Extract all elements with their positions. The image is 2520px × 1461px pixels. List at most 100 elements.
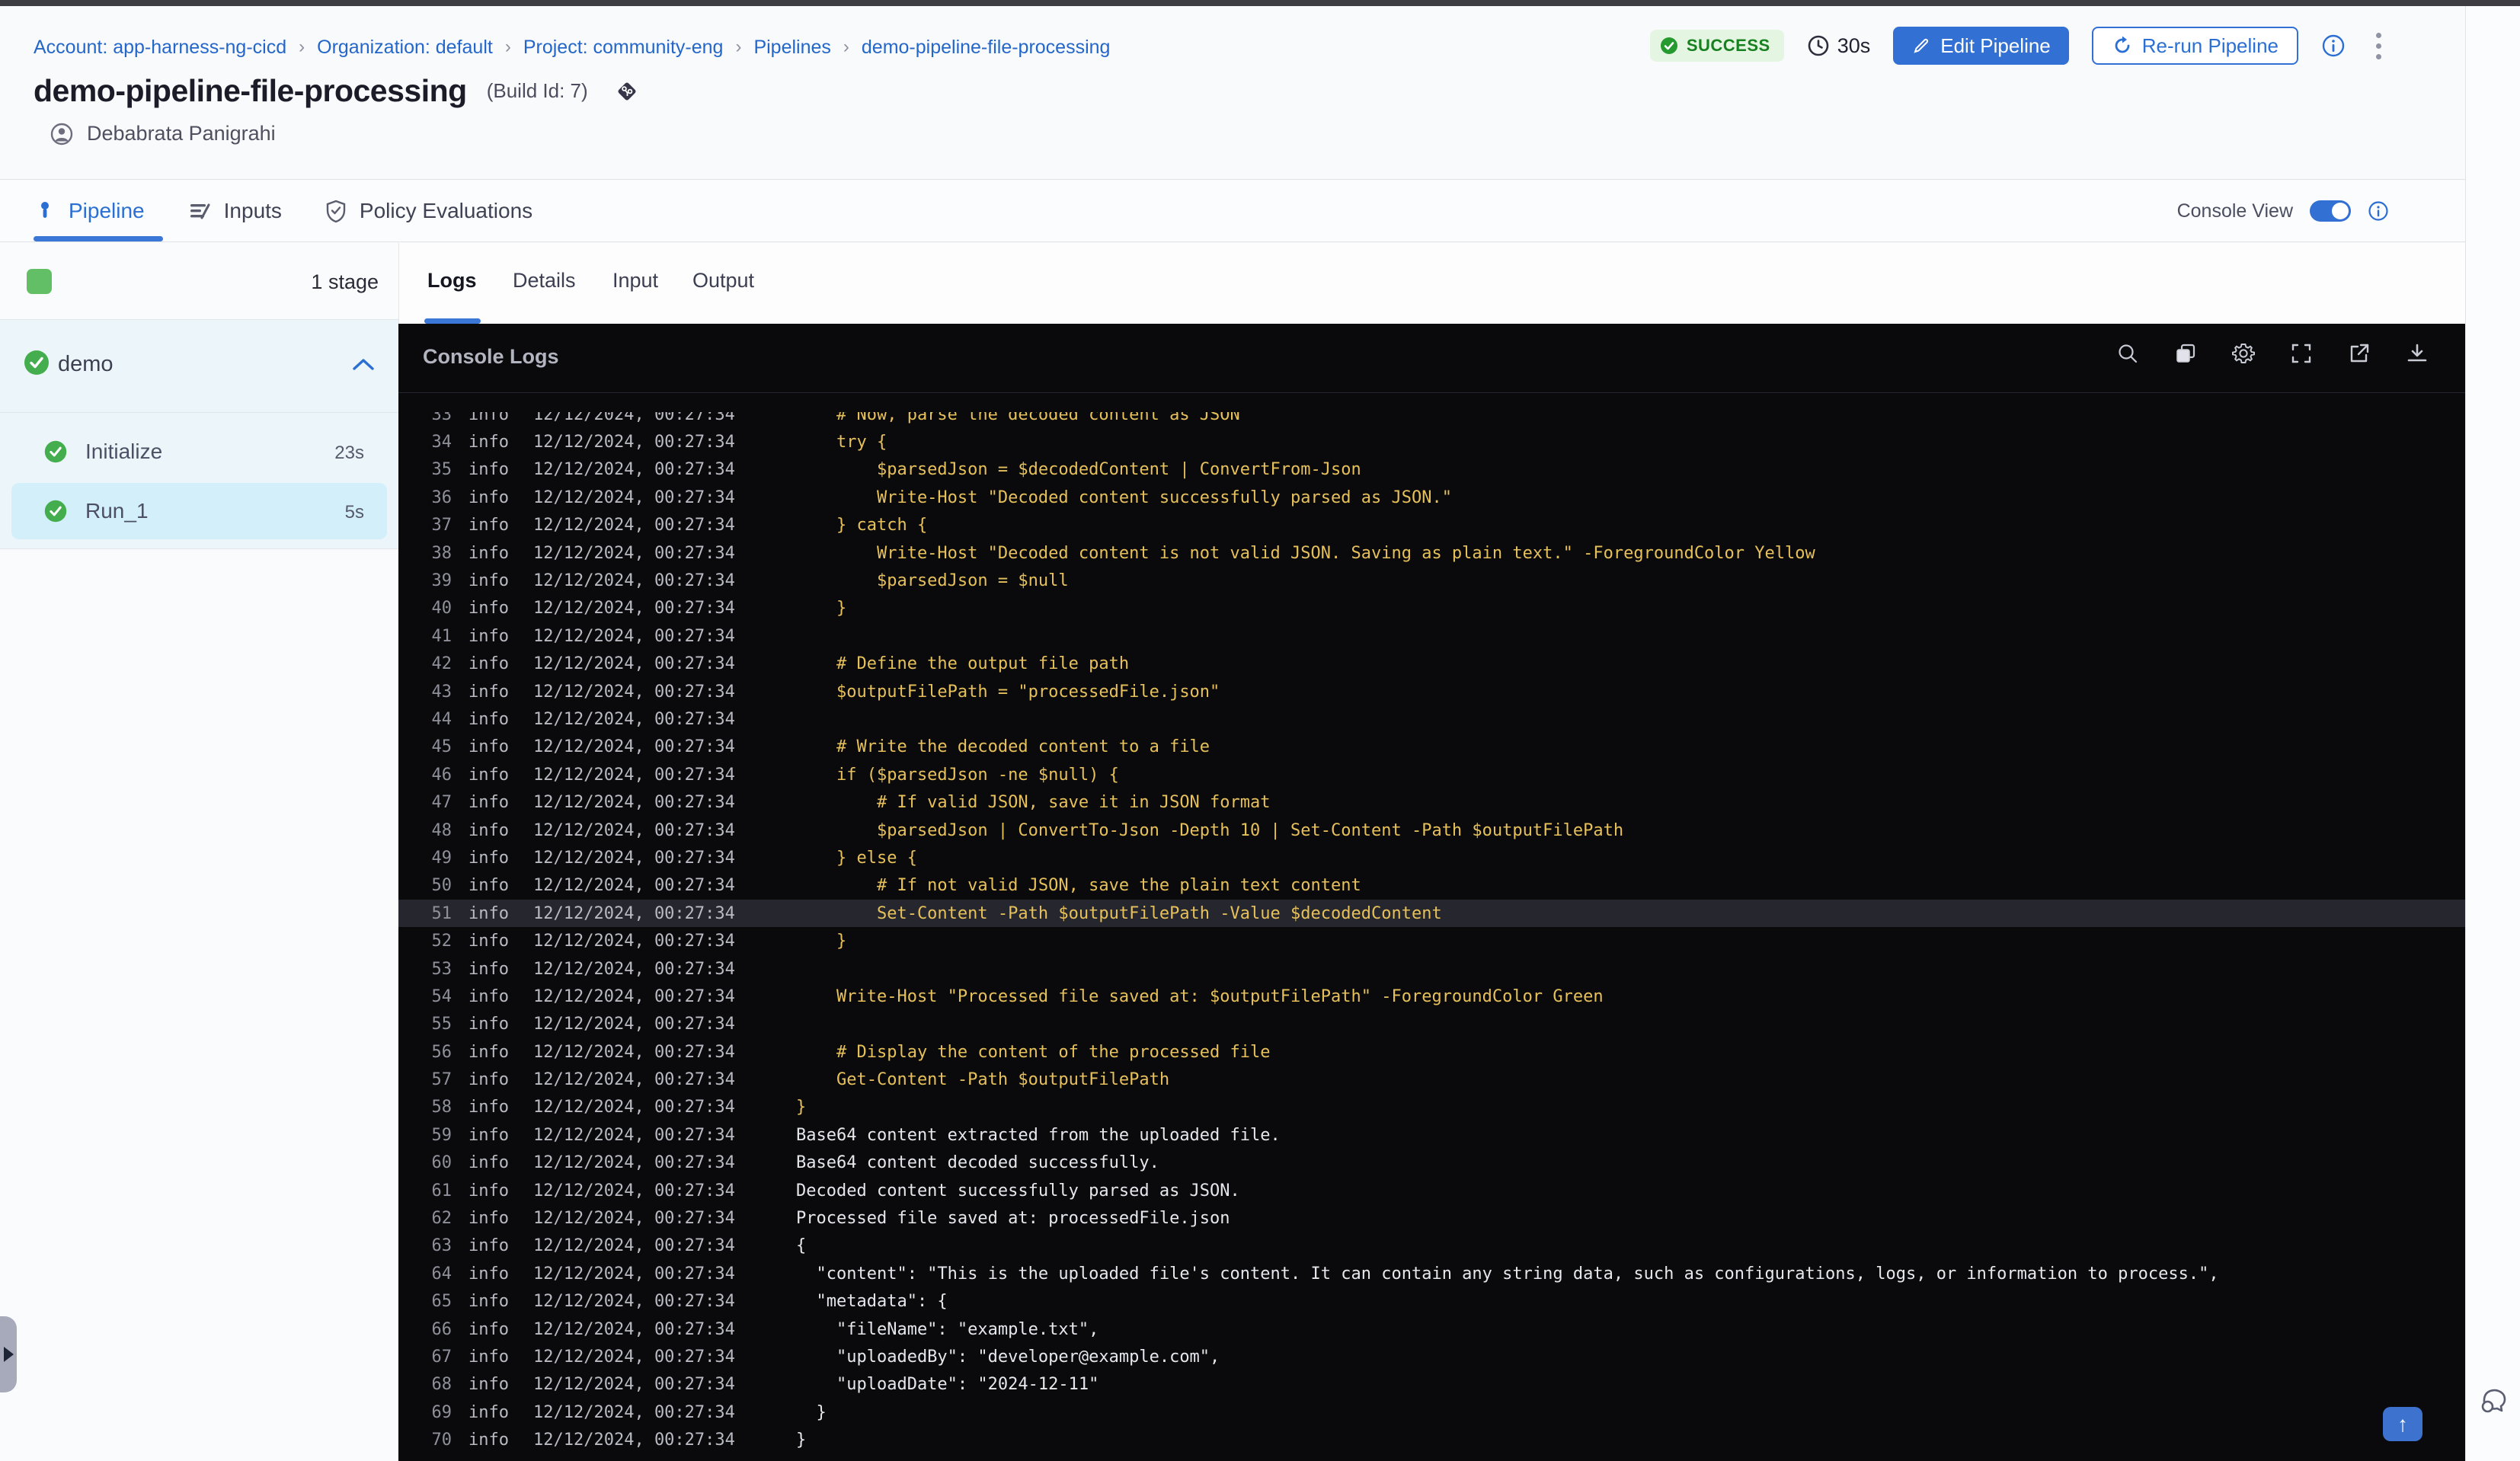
chevron-up-icon[interactable] [351,356,376,372]
log-tab-logs[interactable]: Logs [427,269,477,293]
stage-demo[interactable]: demo [0,320,398,413]
log-message: $outputFilePath = "processedFile.json" [796,682,1220,702]
triggered-by-row: Debabrata Panigrahi [50,122,276,145]
log-tab-details[interactable]: Details [513,269,576,293]
log-timestamp: 12/12/2024, 00:27:34 [533,932,735,951]
log-row[interactable]: 48 info 12/12/2024, 00:27:34 $parsedJson |… [398,817,2465,844]
breadcrumb-current-pipeline[interactable]: demo-pipeline-file-processing [862,37,1111,59]
log-row[interactable]: 63 info 12/12/2024, 00:27:34 { [398,1232,2465,1260]
log-message: # Define the output file path [796,654,1130,674]
log-row[interactable]: 36 info 12/12/2024, 00:27:34 Write-Host "D… [398,484,2465,511]
log-row[interactable]: 38 info 12/12/2024, 00:27:34 Write-Host "D… [398,539,2465,567]
log-row[interactable]: 52 info 12/12/2024, 00:27:34 } [398,927,2465,954]
edit-pipeline-button[interactable]: Edit Pipeline [1893,27,2069,65]
log-row[interactable]: 61 info 12/12/2024, 00:27:34 Decoded conten… [398,1177,2465,1204]
log-row[interactable]: 46 info 12/12/2024, 00:27:34 if ($parsedJs… [398,761,2465,788]
log-row[interactable]: 53 info 12/12/2024, 00:27:34 [398,955,2465,983]
log-row[interactable]: 67 info 12/12/2024, 00:27:34 "uploadedBy":… [398,1343,2465,1370]
log-level: info [469,516,509,535]
log-row[interactable]: 59 info 12/12/2024, 00:27:34 Base64 content… [398,1121,2465,1149]
log-body[interactable]: 33 info 12/12/2024, 00:27:34 # Now, parse … [398,412,2465,1461]
log-row[interactable]: 34 info 12/12/2024, 00:27:34 try { [398,428,2465,456]
log-row[interactable]: 45 info 12/12/2024, 00:27:34 # Write the d… [398,734,2465,761]
log-line-number: 46 [431,765,453,785]
open-in-new-icon[interactable] [2346,340,2372,366]
log-row[interactable]: 44 info 12/12/2024, 00:27:34 [398,705,2465,733]
log-message: } catch { [796,516,928,535]
console-view-info-icon[interactable] [2368,200,2389,222]
log-row[interactable]: 41 info 12/12/2024, 00:27:34 [398,622,2465,650]
log-row[interactable]: 35 info 12/12/2024, 00:27:34 $parsedJson =… [398,456,2465,484]
tab-inputs[interactable]: Inputs [187,199,282,223]
log-tab-output[interactable]: Output [692,269,754,293]
status-text: SUCCESS [1686,36,1770,55]
log-row[interactable]: 56 info 12/12/2024, 00:27:34 # Display the… [398,1038,2465,1066]
log-row[interactable]: 65 info 12/12/2024, 00:27:34 "metadata": { [398,1288,2465,1316]
download-icon[interactable] [2404,340,2430,366]
build-id-label: (Build Id: 7) [486,79,588,102]
settings-gear-icon[interactable] [2231,340,2256,366]
log-message: if ($parsedJson -ne $null) { [796,765,1119,785]
fullscreen-icon[interactable] [2288,340,2314,366]
log-row[interactable]: 49 info 12/12/2024, 00:27:34 } else { [398,844,2465,871]
step-initialize[interactable]: Initialize 23s [11,424,387,480]
copy-icon[interactable] [2173,340,2199,366]
log-row[interactable]: 47 info 12/12/2024, 00:27:34 # If valid JS… [398,788,2465,816]
log-line-number: 50 [431,876,453,896]
inputs-icon [190,203,210,219]
console-header: Console Logs [398,324,2465,393]
log-timestamp: 12/12/2024, 00:27:34 [533,1402,735,1422]
tab-pipeline[interactable]: Pipeline [34,199,145,223]
breadcrumb-organization[interactable]: Organization: default [317,37,493,59]
log-timestamp: 12/12/2024, 00:27:34 [533,682,735,702]
breadcrumb-account[interactable]: Account: app-harness-ng-cicd [34,37,286,59]
log-timestamp: 12/12/2024, 00:27:34 [533,1292,735,1312]
console-view-toggle[interactable] [2310,200,2351,222]
log-row[interactable]: 69 info 12/12/2024, 00:27:34 } [398,1399,2465,1426]
log-row[interactable]: 58 info 12/12/2024, 00:27:34} [398,1094,2465,1121]
more-options-menu[interactable] [2368,30,2389,62]
log-message: } else { [796,848,917,868]
step-run-1[interactable]: Run_1 5s [11,483,387,539]
search-icon[interactable] [2115,340,2141,366]
log-row[interactable]: 43 info 12/12/2024, 00:27:34 $outputFilePa… [398,678,2465,705]
info-icon[interactable] [2321,34,2346,58]
log-row[interactable]: 37 info 12/12/2024, 00:27:34 } catch { [398,512,2465,539]
clock-icon [1808,35,1828,56]
log-row[interactable]: 42 info 12/12/2024, 00:27:34 # Define the … [398,651,2465,678]
log-row[interactable]: 64 info 12/12/2024, 00:27:34 "content": "T… [398,1260,2465,1287]
log-row[interactable]: 40 info 12/12/2024, 00:27:34 } [398,595,2465,622]
log-row[interactable]: 54 info 12/12/2024, 00:27:34 Write-Host "P… [398,983,2465,1010]
log-message: Set-Content -Path $outputFilePath -Value… [796,903,1442,923]
log-timestamp: 12/12/2024, 00:27:34 [533,959,735,979]
log-row[interactable]: 66 info 12/12/2024, 00:27:34 "fileName": "… [398,1316,2465,1343]
log-row[interactable]: 33 info 12/12/2024, 00:27:34 # Now, parse … [398,412,2465,428]
rerun-pipeline-button[interactable]: Re-run Pipeline [2091,27,2298,65]
log-line-number: 51 [431,903,453,923]
log-level: info [469,682,509,702]
log-row[interactable]: 39 info 12/12/2024, 00:27:34 $parsedJson =… [398,567,2465,594]
breadcrumb-pipelines[interactable]: Pipelines [753,37,830,59]
scroll-to-top-button[interactable]: ↑ [2383,1407,2422,1441]
expand-left-panel-button[interactable] [0,1316,17,1392]
log-row[interactable]: 57 info 12/12/2024, 00:27:34 Get-Content -… [398,1066,2465,1093]
log-line-number: 70 [431,1431,453,1450]
log-row[interactable]: 70 info 12/12/2024, 00:27:34} [398,1426,2465,1453]
tab-policy-evaluations[interactable]: Policy Evaluations [325,199,532,223]
log-row[interactable]: 60 info 12/12/2024, 00:27:34 Base64 content… [398,1149,2465,1177]
play-triangle-icon [4,1347,14,1362]
breadcrumb-project[interactable]: Project: community-eng [523,37,724,59]
log-row[interactable]: 68 info 12/12/2024, 00:27:34 "uploadDate":… [398,1371,2465,1399]
log-row[interactable]: 62 info 12/12/2024, 00:27:34 Processed file… [398,1204,2465,1232]
log-timestamp: 12/12/2024, 00:27:34 [533,1431,735,1450]
log-tab-input[interactable]: Input [612,269,658,293]
log-line-number: 34 [431,433,453,452]
log-level: info [469,737,509,757]
help-chat-icon[interactable] [2477,1385,2510,1418]
log-line-number: 49 [431,848,453,868]
tab-inputs-label: Inputs [223,199,282,222]
log-level: info [469,543,509,563]
log-row[interactable]: 51 info 12/12/2024, 00:27:34 Set-Content -… [398,900,2465,928]
log-row[interactable]: 50 info 12/12/2024, 00:27:34 # If not vali… [398,872,2465,900]
log-row[interactable]: 55 info 12/12/2024, 00:27:34 [398,1011,2465,1038]
